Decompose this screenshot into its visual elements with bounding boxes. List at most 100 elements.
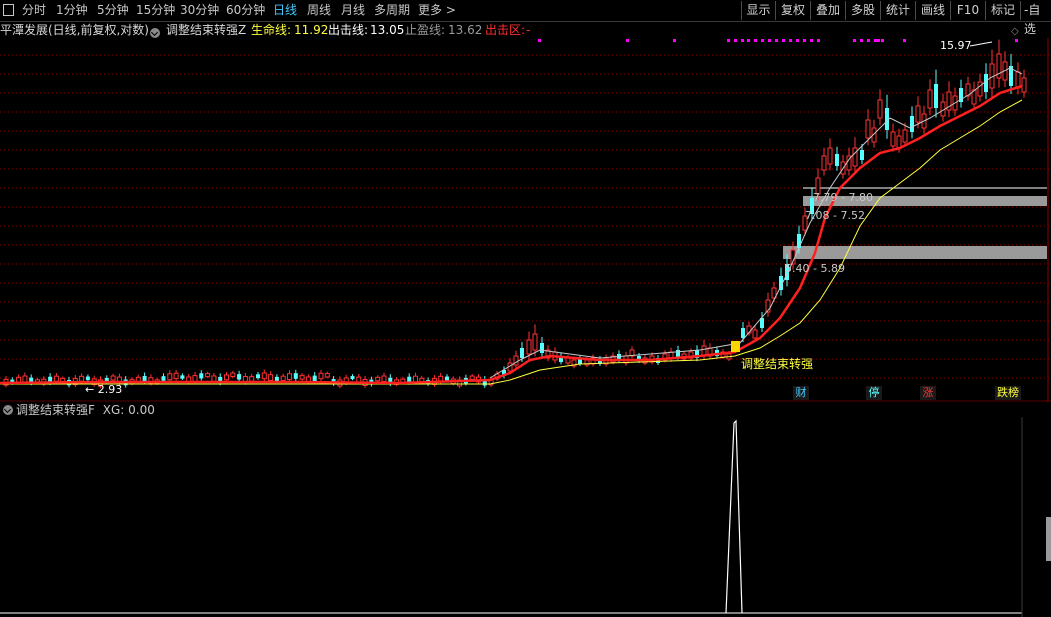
scroll-handle — [1046, 517, 1051, 561]
indicator-info-line: 平潭发展(日线,前复权,对数) 调整结束转强Z 生命线: 11.92 出击线: … — [0, 22, 1051, 38]
candle-body-down — [540, 343, 544, 353]
candle-body-up — [22, 375, 28, 383]
halt-badge[interactable]: 停 — [866, 386, 882, 400]
candle-body-up — [890, 131, 896, 147]
tab-5min[interactable]: 5分钟 — [97, 2, 129, 19]
gap-label-2: 7.08 - 7.52 — [805, 209, 865, 222]
drop-list-badge[interactable]: 跌榜 — [995, 386, 1021, 400]
candle-body-down — [274, 376, 279, 381]
candle-body-up — [532, 333, 538, 351]
mark-button[interactable]: 标记 — [985, 1, 1020, 20]
high-arrow — [969, 41, 993, 47]
tab-fenshi[interactable]: 分时 — [22, 2, 46, 19]
zone-marker — [782, 39, 785, 42]
candle-body-up — [915, 105, 921, 123]
limit-up-badge[interactable]: 涨 — [920, 386, 936, 400]
candle-body-up — [268, 374, 274, 382]
candle-body-up — [1021, 77, 1027, 93]
gap-label-3: 5.40 - 5.89 — [785, 262, 845, 275]
dropdown-circle-icon[interactable] — [3, 404, 13, 415]
zone-marker — [796, 39, 799, 42]
zone-marker — [817, 39, 820, 42]
draw-line-button[interactable]: 画线 — [915, 1, 950, 20]
tab-60min[interactable]: 60分钟 — [226, 2, 265, 19]
candle-body-down — [741, 328, 745, 338]
candle-body-up — [224, 374, 229, 381]
zone-marker — [803, 39, 806, 42]
candle-body-up — [381, 375, 387, 382]
signal-marker — [731, 341, 740, 352]
tab-multi-period[interactable]: 多周期 — [374, 2, 410, 19]
candle-body-up — [192, 375, 198, 383]
f10-button[interactable]: F10 — [950, 1, 985, 20]
gap-label-1: 7.79 - 7.80 — [813, 191, 873, 204]
candle-body-up — [287, 373, 292, 381]
candle-body-up — [752, 329, 758, 339]
signal-label: 调整结束转强 — [741, 357, 814, 371]
candle-body-up — [821, 155, 827, 171]
exit-line-value: 13.05 — [370, 23, 405, 37]
display-button[interactable]: 显示 — [741, 1, 775, 20]
zone-marker — [727, 39, 730, 42]
zone-marker — [673, 39, 676, 42]
tab-monthly[interactable]: 月线 — [341, 2, 365, 19]
candle-body-down — [312, 375, 317, 382]
candle-body-down — [237, 374, 242, 380]
candle-body-down — [161, 376, 166, 381]
candle-body-down — [860, 150, 864, 160]
candle-body-up — [261, 372, 267, 380]
xg-signal-chart[interactable] — [0, 417, 1051, 617]
lower-indicator-title: 调整结束转强F XG: 0.00 — [0, 402, 155, 418]
candle-body-up — [896, 135, 902, 149]
candle-body-down — [199, 373, 204, 379]
low-price-value: 2.93 — [97, 383, 123, 396]
tab-daily[interactable]: 日线 — [273, 2, 297, 19]
tab-1min[interactable]: 1分钟 — [56, 2, 88, 19]
candle-body-up — [877, 99, 883, 119]
statistics-button[interactable]: 统计 — [880, 1, 915, 20]
zone-marker — [789, 39, 792, 42]
adjust-button[interactable]: 复权 — [775, 1, 810, 20]
candlestick-chart[interactable] — [0, 38, 1051, 402]
tab-15min[interactable]: 15分钟 — [136, 2, 175, 19]
candle-body-up — [110, 375, 116, 381]
diamond-icon[interactable]: ◇ — [1011, 26, 1019, 37]
candle-body-down — [797, 234, 801, 248]
watchlist-button[interactable]: -自选 — [1020, 1, 1051, 36]
xg-spike — [725, 419, 743, 614]
zone-marker — [754, 39, 757, 42]
candle-body-down — [350, 376, 355, 380]
candle-body-up — [977, 81, 983, 97]
candle-body-up — [413, 375, 418, 383]
candle-body-down — [910, 116, 914, 132]
low-price-label: ← 2.93 — [85, 383, 123, 396]
lower-indicator-name[interactable]: 调整结束转强F — [16, 403, 95, 417]
candle-body-up — [927, 89, 933, 109]
candle-body-down — [984, 74, 988, 92]
overlay-button[interactable]: 叠加 — [810, 1, 845, 20]
window-square-icon[interactable] — [3, 4, 14, 16]
zone-marker — [747, 39, 750, 42]
candle-body-down — [85, 376, 90, 381]
xg-value: 0.00 — [128, 403, 155, 417]
finance-badge[interactable]: 财 — [793, 386, 809, 400]
tab-more[interactable]: 更多 > — [418, 2, 456, 19]
indicator-name[interactable]: 调整结束转强Z — [166, 22, 246, 38]
candle-body-up — [16, 376, 22, 383]
tab-30min[interactable]: 30分钟 — [180, 2, 219, 19]
zone-marker — [810, 39, 813, 42]
candle-body-up — [469, 375, 475, 380]
stock-title: 平潭发展(日线,前复权,对数) — [0, 23, 149, 37]
candle-body-up — [79, 375, 85, 382]
candle-body-up — [865, 119, 871, 139]
zone-marker — [874, 39, 877, 42]
tab-weekly[interactable]: 周线 — [307, 2, 331, 19]
candle-body-up — [299, 374, 305, 380]
candle-body-up — [211, 375, 217, 382]
zone-marker — [626, 39, 629, 42]
gap-bar-2 — [783, 246, 1047, 259]
life-line-value: 11.92 — [294, 23, 329, 37]
multi-stock-button[interactable]: 多股 — [845, 1, 880, 20]
candle-body-up — [249, 376, 255, 382]
candle-body-up — [173, 372, 179, 380]
